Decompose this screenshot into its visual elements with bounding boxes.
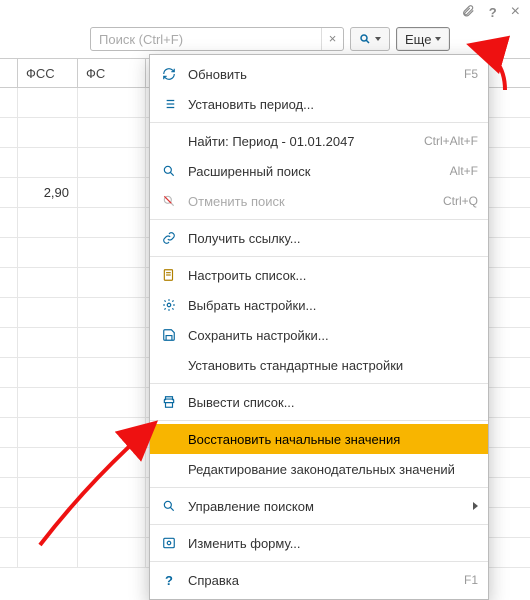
menu-label: Редактирование законодательных значений xyxy=(188,462,478,477)
menu-item-restore-defaults[interactable]: Восстановить начальные значения xyxy=(150,424,488,454)
menu-label: Установить период... xyxy=(188,97,478,112)
menu-item-save-settings[interactable]: Сохранить настройки... xyxy=(150,320,488,350)
refresh-icon xyxy=(160,67,178,81)
menu-label: Обновить xyxy=(188,67,454,82)
search-dropdown-button[interactable] xyxy=(350,27,390,51)
more-menu: Обновить F5 Установить период... Найти: … xyxy=(149,54,489,600)
cancel-search-icon xyxy=(160,194,178,208)
menu-label: Справка xyxy=(188,573,454,588)
menu-label: Восстановить начальные значения xyxy=(188,432,478,447)
menu-separator xyxy=(150,561,488,562)
close-icon[interactable]: × xyxy=(511,3,520,21)
menu-item-search-management[interactable]: Управление поиском xyxy=(150,491,488,521)
form-icon xyxy=(160,536,178,550)
menu-item-edit-legislative[interactable]: Редактирование законодательных значений xyxy=(150,454,488,484)
menu-label: Получить ссылку... xyxy=(188,231,478,246)
chevron-down-icon xyxy=(435,37,441,41)
attach-icon[interactable] xyxy=(461,4,475,21)
header-cell-fs[interactable]: ФС xyxy=(78,59,146,87)
menu-hotkey: F1 xyxy=(464,573,478,587)
menu-label: Найти: Период - 01.01.2047 xyxy=(188,134,414,149)
help-icon[interactable]: ? xyxy=(489,5,497,20)
menu-item-refresh[interactable]: Обновить F5 xyxy=(150,59,488,89)
menu-item-configure-list[interactable]: Настроить список... xyxy=(150,260,488,290)
menu-label: Вывести список... xyxy=(188,395,478,410)
menu-separator xyxy=(150,256,488,257)
chevron-right-icon xyxy=(473,502,478,510)
toolbar: × Еще xyxy=(0,24,530,54)
header-cell-fss[interactable]: ФСС xyxy=(18,59,78,87)
help-icon: ? xyxy=(160,573,178,588)
menu-separator xyxy=(150,122,488,123)
menu-item-print-list[interactable]: Вывести список... xyxy=(150,387,488,417)
menu-separator xyxy=(150,420,488,421)
menu-hotkey: Ctrl+Q xyxy=(443,194,478,208)
menu-item-find[interactable]: Найти: Период - 01.01.2047 Ctrl+Alt+F xyxy=(150,126,488,156)
menu-label: Настроить список... xyxy=(188,268,478,283)
menu-item-standard-settings[interactable]: Установить стандартные настройки xyxy=(150,350,488,380)
menu-item-advanced-search[interactable]: Расширенный поиск Alt+F xyxy=(150,156,488,186)
menu-label: Установить стандартные настройки xyxy=(188,358,478,373)
menu-separator xyxy=(150,383,488,384)
list-config-icon xyxy=(160,268,178,282)
period-icon xyxy=(160,97,178,111)
menu-item-cancel-search: Отменить поиск Ctrl+Q xyxy=(150,186,488,216)
menu-item-change-form[interactable]: Изменить форму... xyxy=(150,528,488,558)
search-input[interactable] xyxy=(91,32,321,47)
menu-label: Сохранить настройки... xyxy=(188,328,478,343)
window-titlebar: ? × xyxy=(0,0,530,24)
chevron-down-icon xyxy=(375,37,381,41)
menu-label: Изменить форму... xyxy=(188,536,478,551)
search-icon xyxy=(160,499,178,513)
menu-label: Выбрать настройки... xyxy=(188,298,478,313)
menu-separator xyxy=(150,219,488,220)
search-field-wrap: × xyxy=(90,27,344,51)
menu-hotkey: Ctrl+Alt+F xyxy=(424,134,478,148)
menu-separator xyxy=(150,487,488,488)
link-icon xyxy=(160,231,178,245)
print-icon xyxy=(160,395,178,409)
menu-label: Отменить поиск xyxy=(188,194,433,209)
gear-pick-icon xyxy=(160,298,178,312)
cell-value: 2,90 xyxy=(18,178,78,207)
menu-separator xyxy=(150,524,488,525)
search-clear-button[interactable]: × xyxy=(321,28,343,50)
menu-item-set-period[interactable]: Установить период... xyxy=(150,89,488,119)
menu-label: Расширенный поиск xyxy=(188,164,440,179)
menu-hotkey: F5 xyxy=(464,67,478,81)
more-button-label: Еще xyxy=(405,32,431,47)
menu-label: Управление поиском xyxy=(188,499,457,514)
menu-item-choose-settings[interactable]: Выбрать настройки... xyxy=(150,290,488,320)
save-settings-icon xyxy=(160,328,178,342)
menu-hotkey: Alt+F xyxy=(450,164,478,178)
search-icon xyxy=(160,164,178,178)
more-button[interactable]: Еще xyxy=(396,27,450,51)
header-cell xyxy=(0,59,18,87)
menu-item-get-link[interactable]: Получить ссылку... xyxy=(150,223,488,253)
